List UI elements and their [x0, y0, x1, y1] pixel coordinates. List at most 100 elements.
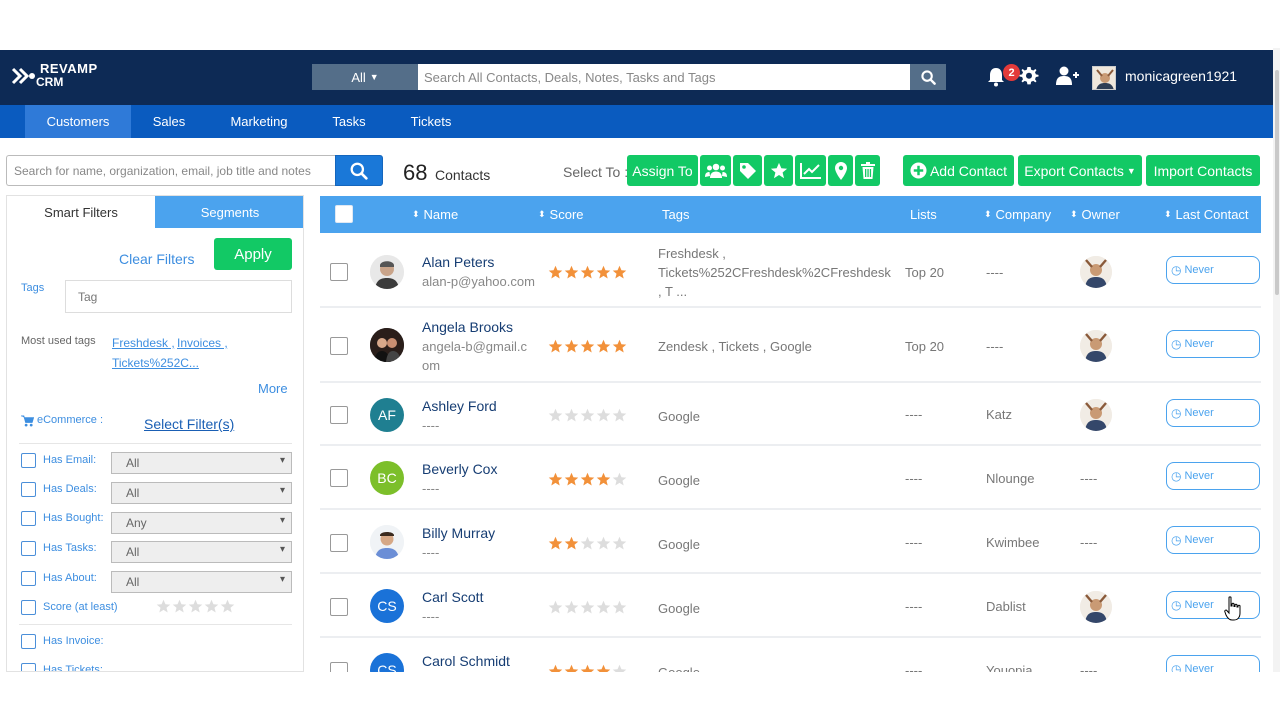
- star-filled-icon: [612, 339, 627, 353]
- star-button[interactable]: [764, 155, 793, 186]
- contact-name[interactable]: Carl Scott: [422, 589, 483, 605]
- has-tasks-select[interactable]: All: [111, 541, 292, 563]
- delete-button[interactable]: [855, 155, 880, 186]
- tab-smart-filters[interactable]: Smart Filters: [7, 196, 155, 228]
- score-checkbox[interactable]: [21, 600, 36, 615]
- contact-name[interactable]: Ashley Ford: [422, 398, 497, 414]
- select-all-checkbox[interactable]: [335, 205, 353, 223]
- last-contact-button[interactable]: ◷ Never: [1166, 526, 1260, 554]
- tab-segments[interactable]: Segments: [155, 196, 303, 228]
- global-search-input[interactable]: [418, 64, 910, 90]
- nav-tasks[interactable]: Tasks: [326, 105, 372, 138]
- ecommerce-label: eCommerce :: [37, 414, 104, 426]
- global-search-button[interactable]: [910, 64, 946, 90]
- add-user-button[interactable]: [1056, 66, 1080, 88]
- contact-name[interactable]: Beverly Cox: [422, 461, 497, 477]
- nav-sales[interactable]: Sales: [140, 105, 198, 138]
- has-bought-checkbox[interactable]: [21, 511, 36, 526]
- has-deals-checkbox[interactable]: [21, 482, 36, 497]
- row-checkbox[interactable]: [330, 469, 348, 487]
- more-tags-link[interactable]: More: [258, 381, 288, 396]
- last-contact-button[interactable]: ◷ Never: [1166, 591, 1260, 619]
- username[interactable]: monicagreen1921: [1125, 68, 1237, 84]
- sort-icon: ⬍: [1070, 209, 1078, 219]
- row-checkbox[interactable]: [330, 598, 348, 616]
- group-button[interactable]: [700, 155, 731, 186]
- last-contact-button[interactable]: ◷ Never: [1166, 462, 1260, 490]
- row-checkbox[interactable]: [330, 662, 348, 672]
- table-row[interactable]: Billy Murray ---- Google ---- Kwimbee --…: [320, 513, 1261, 574]
- last-contact-button[interactable]: ◷ Never: [1166, 399, 1260, 427]
- location-button[interactable]: [828, 155, 853, 186]
- contact-name[interactable]: Angela Brooks: [422, 319, 513, 335]
- sort-score-header[interactable]: ⬍ Score: [538, 196, 584, 233]
- contact-name[interactable]: Alan Peters: [422, 254, 494, 270]
- row-checkbox[interactable]: [330, 534, 348, 552]
- nav-customers[interactable]: Customers: [25, 105, 131, 138]
- table-row[interactable]: AF Ashley Ford ---- Google ---- Katz ◷ Ne…: [320, 386, 1261, 446]
- contact-name[interactable]: Billy Murray: [422, 525, 495, 541]
- nav-marketing[interactable]: Marketing: [222, 105, 296, 138]
- table-row[interactable]: CS Carl Scott ---- Google ---- Dablist ◷…: [320, 577, 1261, 638]
- tag-button[interactable]: [733, 155, 762, 186]
- sort-owner-header[interactable]: ⬍ Owner: [1070, 196, 1120, 233]
- has-invoice-checkbox[interactable]: [21, 634, 36, 649]
- contact-company: Kwimbee: [986, 535, 1040, 550]
- has-deals-select[interactable]: All: [111, 482, 292, 504]
- score-stars: [548, 339, 627, 354]
- assign-to-button[interactable]: Assign To: [627, 155, 698, 186]
- export-contacts-button[interactable]: Export Contacts ▼: [1018, 155, 1142, 186]
- contact-company: ----: [986, 265, 1004, 280]
- star-empty-icon: [548, 408, 563, 422]
- table-row[interactable]: Angela Brooks angela-b@gmail.com Zendesk…: [320, 311, 1261, 383]
- table-row[interactable]: BC Beverly Cox ---- Google ---- Nlounge …: [320, 449, 1261, 510]
- most-used-tag-link[interactable]: Invoices ,: [177, 336, 228, 350]
- last-contact-button[interactable]: ◷ Never: [1166, 330, 1260, 358]
- row-checkbox[interactable]: [330, 263, 348, 281]
- add-contact-button[interactable]: Add Contact: [903, 155, 1014, 186]
- has-tickets-checkbox[interactable]: [21, 663, 36, 671]
- contact-search-input[interactable]: [6, 155, 336, 186]
- app-logo[interactable]: REVAMP CRM: [10, 61, 98, 91]
- table-row[interactable]: Alan Peters alan-p@yahoo.com Freshdesk ,…: [320, 236, 1261, 308]
- contact-name[interactable]: Carol Schmidt: [422, 653, 510, 669]
- row-checkbox[interactable]: [330, 406, 348, 424]
- clear-filters-link[interactable]: Clear Filters: [119, 251, 194, 267]
- row-checkbox[interactable]: [330, 337, 348, 355]
- star-empty-icon: [548, 600, 563, 614]
- scrollbar-thumb[interactable]: [1275, 70, 1279, 295]
- has-about-checkbox[interactable]: [21, 571, 36, 586]
- user-avatar[interactable]: [1092, 66, 1116, 90]
- star-filled-icon: [596, 339, 611, 353]
- tag-filter-input[interactable]: [65, 280, 292, 313]
- last-contact-button[interactable]: ◷ Never: [1166, 655, 1260, 672]
- search-scope-dropdown[interactable]: All ▼: [312, 64, 418, 90]
- most-used-tag-link[interactable]: Tickets%252C...: [112, 356, 199, 370]
- select-filters-link[interactable]: Select Filter(s): [144, 416, 234, 432]
- has-bought-select[interactable]: Any: [111, 512, 292, 534]
- contact-lists: Top 20: [905, 339, 945, 354]
- table-row[interactable]: CS Carol Schmidt Google ---- Youopia ---…: [320, 641, 1261, 672]
- most-used-tag-link[interactable]: Freshdesk ,: [112, 336, 175, 350]
- owner-avatar: [1080, 256, 1112, 288]
- has-tasks-checkbox[interactable]: [21, 541, 36, 556]
- contact-search-button[interactable]: [335, 155, 383, 186]
- sort-icon: ⬍: [538, 209, 546, 219]
- map-marker-icon: [834, 161, 847, 180]
- star-empty-icon: [580, 600, 595, 614]
- has-email-select[interactable]: All: [111, 452, 292, 474]
- chart-button[interactable]: [795, 155, 826, 186]
- last-contact-button[interactable]: ◷ Never: [1166, 256, 1260, 284]
- has-about-select[interactable]: All: [111, 571, 292, 593]
- select-to-label: Select To :: [563, 164, 629, 180]
- has-email-checkbox[interactable]: [21, 453, 36, 468]
- star-filled-icon: [564, 536, 579, 550]
- settings-button[interactable]: [1019, 66, 1041, 88]
- sort-last-contact-header[interactable]: ⬍ Last Contact: [1164, 196, 1249, 233]
- apply-filters-button[interactable]: Apply: [214, 238, 292, 270]
- import-contacts-button[interactable]: Import Contacts: [1146, 155, 1260, 186]
- score-filter-stars[interactable]: [156, 599, 235, 614]
- nav-tickets[interactable]: Tickets: [401, 105, 461, 138]
- sort-name-header[interactable]: ⬍ Name: [412, 196, 458, 233]
- sort-company-header[interactable]: ⬍ Company: [984, 196, 1051, 233]
